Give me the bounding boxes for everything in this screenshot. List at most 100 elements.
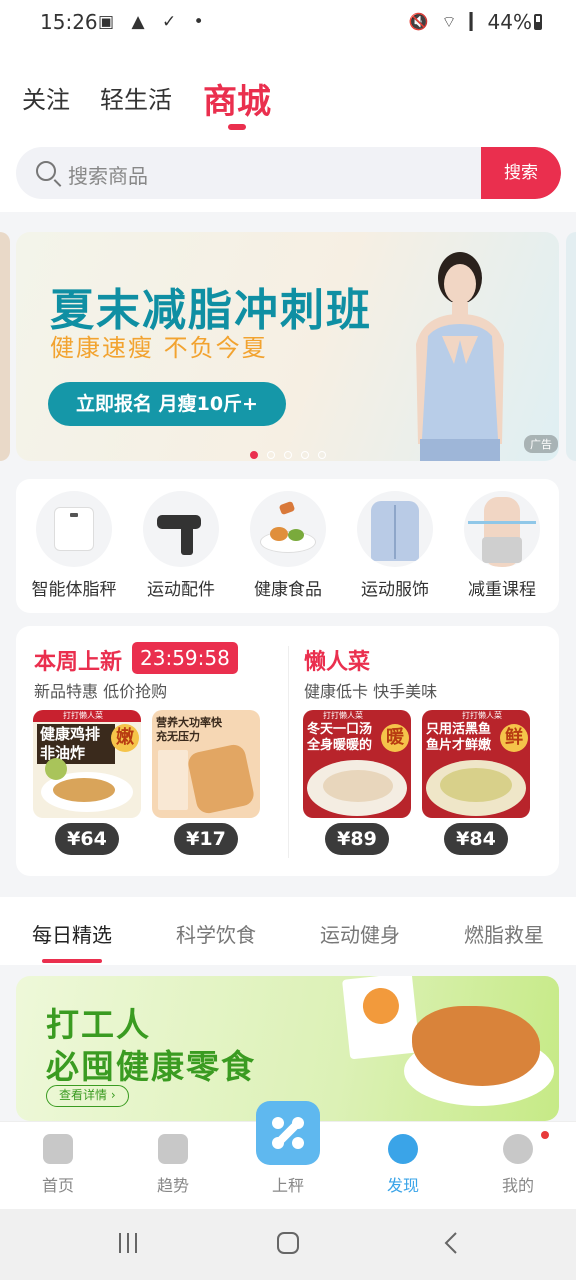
waist-icon [464,491,540,567]
content-tab-indicator [42,959,102,963]
countdown-timer: 23:59:58 [132,642,238,674]
carousel-dot[interactable] [301,451,309,459]
planet-icon [388,1134,418,1164]
nav-home[interactable]: 首页 [18,1134,98,1196]
carousel-dots [250,444,335,461]
promo-card: 本周上新 23:59:58 新品特惠 低价抢购 打打懒人菜 健康鸡排非油炸 嫩 … [16,626,559,876]
back-icon[interactable] [440,1231,464,1255]
tab-daily-picks[interactable]: 每日精选 [32,919,112,948]
search-button[interactable]: 搜索 [481,147,561,199]
product-badge: 暖 [381,724,409,752]
search-icon [36,161,56,181]
weigh-icon [272,1117,304,1149]
carousel-dot[interactable] [284,451,292,459]
product-text: 健康鸡排非油炸 [37,724,115,764]
product-price: ¥89 [325,823,389,855]
status-time: 15:26 [40,10,98,34]
person-icon [503,1134,533,1164]
tab-fat-burning[interactable]: 燃脂救星 [464,919,544,948]
category-sportswear[interactable]: 运动服饰 [343,491,447,600]
nav-trends[interactable]: 趋势 [133,1134,213,1196]
nav-discover[interactable]: 发现 [363,1134,443,1196]
snack-banner-title-line2: 必囤健康零食 [46,1047,256,1086]
home-button-icon[interactable] [276,1231,300,1255]
product-price: ¥64 [55,823,119,855]
search-input[interactable]: 搜索商品 [68,160,148,189]
massage-gun-icon [143,491,219,567]
nav-label: 趋势 [156,1176,189,1195]
category-sport-accessories[interactable]: 运动配件 [129,491,233,600]
banner-subtitle: 健康速瘦 不负今夏 [50,334,268,362]
status-bar: 15:26 ▣ ▲ ✓ • 🔇 ⌔ ▎ 44% [0,0,576,50]
product-badge: 嫩 [111,724,139,752]
product-price: ¥17 [174,823,238,855]
tab-active-indicator [228,124,246,130]
snack-banner[interactable]: 打工人 必囤健康零食 查看详情 › [16,976,559,1121]
carousel-dot[interactable] [267,451,275,459]
product-text: 营养大功率快充无压力 [156,716,222,743]
product-price: ¥84 [444,823,508,855]
tab-mall[interactable]: 商城 [203,74,271,123]
search-bar[interactable]: 搜索商品 搜索 [16,147,561,199]
lazy-dishes-subtitle: 健康低卡 快手美味 [304,682,438,701]
snack-banner-title-line1: 打工人 [46,1005,151,1044]
product-tag: 打打懒人菜 [462,711,502,720]
content-tab-bar: 每日精选 科学饮食 运动健身 燃脂救星 [0,897,576,965]
nav-label: 首页 [41,1176,74,1195]
view-details-button[interactable]: 查看详情 › [46,1085,129,1107]
tab-fitness[interactable]: 运动健身 [320,919,400,948]
category-label: 减重课程 [468,580,536,600]
product-tag: 打打懒人菜 [63,711,103,720]
carousel-dot[interactable] [318,451,326,459]
tab-follow[interactable]: 关注 [22,80,70,115]
product-text: 冬天一口汤全身暖暖的 [307,722,373,753]
trend-icon [158,1134,188,1164]
jacket-icon [357,491,433,567]
category-label: 智能体脂秤 [31,580,117,600]
tab-light-life[interactable]: 轻生活 [100,80,172,115]
nav-label: 我的 [501,1176,534,1195]
product-card[interactable]: 打打懒人菜 冬天一口汤全身暖暖的 暖 [303,710,411,818]
notification-icons: ▣ ▲ ✓ • [98,12,210,32]
category-healthy-food[interactable]: 健康食品 [236,491,340,600]
banner-signup-button[interactable]: 立即报名 月瘦10斤+ [48,382,286,426]
tab-scientific-diet[interactable]: 科学饮食 [176,919,256,948]
snack-package-image [342,976,420,1060]
scale-icon [36,491,112,567]
category-weight-loss-course[interactable]: 减重课程 [450,491,554,600]
promo-divider [288,646,289,858]
battery-level: 44% [487,10,532,34]
new-this-week-title[interactable]: 本周上新 [34,644,122,676]
promo-banner[interactable]: 夏末减脂冲刺班 健康速瘦 不负今夏 立即报名 月瘦10斤+ 广告 [16,232,559,461]
home-icon [43,1134,73,1164]
category-label: 运动配件 [147,580,215,600]
carousel-dot[interactable] [250,451,258,459]
banner-model-image [416,252,504,461]
nav-profile[interactable]: 我的 [478,1134,558,1196]
product-badge: 鲜 [500,724,528,752]
search-section: 搜索商品 搜索 [0,142,576,212]
connectivity-icons: 🔇 ⌔ ▎ [408,12,486,31]
ad-badge: 广告 [524,435,558,453]
category-label: 运动服饰 [361,580,429,600]
recents-icon[interactable] [116,1231,140,1255]
top-tab-bar: 关注 轻生活 商城 [0,50,576,142]
new-this-week-subtitle: 新品特惠 低价抢购 [34,682,168,701]
nav-label: 上秤 [271,1176,304,1195]
category-smart-scale[interactable]: 智能体脂秤 [22,491,126,600]
weigh-button[interactable] [256,1101,320,1165]
nav-label: 发现 [386,1176,419,1195]
system-navigation [0,1209,576,1280]
product-tag: 打打懒人菜 [323,711,363,720]
lazy-dishes-title[interactable]: 懒人菜 [304,644,370,676]
carousel-prev-peek[interactable] [0,232,10,461]
product-card[interactable]: 打打懒人菜 只用活黑鱼鱼片才鲜嫩 鲜 [422,710,530,818]
carousel-next-peek[interactable] [566,232,576,461]
category-label: 健康食品 [254,580,322,600]
product-card[interactable]: 营养大功率快充无压力 [152,710,260,818]
product-card[interactable]: 打打懒人菜 健康鸡排非油炸 嫩 [33,710,141,818]
notification-dot [541,1131,549,1139]
food-icon [250,491,326,567]
product-text: 只用活黑鱼鱼片才鲜嫩 [426,722,492,753]
battery-icon [534,14,542,30]
